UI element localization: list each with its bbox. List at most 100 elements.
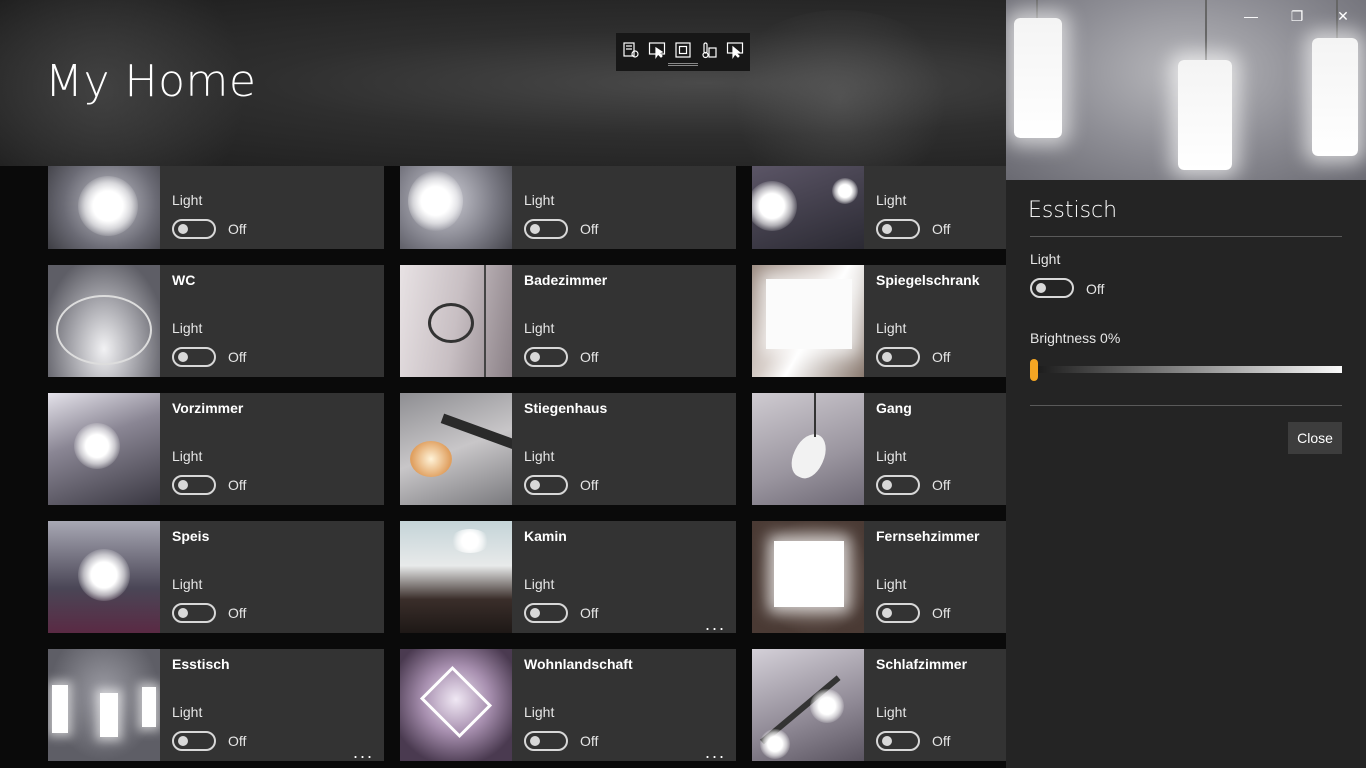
brightness-slider-thumb[interactable] <box>1030 359 1038 381</box>
light-tile[interactable]: Light Off <box>752 166 1006 249</box>
light-label: Light <box>172 704 203 720</box>
detail-light-state: Off <box>1086 281 1105 297</box>
light-tile-kamin[interactable]: Kamin Light Off ... <box>400 521 736 633</box>
light-tile-fernsehzimmer[interactable]: Fernsehzimmer Light Off <box>752 521 1006 633</box>
divider <box>1030 405 1342 406</box>
light-toggle[interactable] <box>172 603 216 623</box>
light-state: Off <box>228 605 247 621</box>
light-state: Off <box>932 733 951 749</box>
light-tile-gang[interactable]: Gang Light Off <box>752 393 1006 505</box>
light-toggle[interactable] <box>876 347 920 367</box>
app-header: My Home <box>0 0 1006 166</box>
light-state: Off <box>228 349 247 365</box>
room-name: Gang <box>876 400 912 416</box>
light-toggle[interactable] <box>172 219 216 239</box>
light-label: Light <box>876 320 907 336</box>
light-tile-stiegenhaus[interactable]: Stiegenhaus Light Off <box>400 393 736 505</box>
room-name: Speis <box>172 528 210 544</box>
divider <box>1030 236 1342 237</box>
light-label: Light <box>172 320 203 336</box>
light-tile-spiegelschrank[interactable]: Spiegelschrank Light Off <box>752 265 1006 377</box>
detail-title: Esstisch <box>1028 198 1118 223</box>
light-tile-speis[interactable]: Speis Light Off <box>48 521 384 633</box>
light-label: Light <box>524 320 555 336</box>
light-tile[interactable]: Light Off <box>400 166 736 249</box>
light-thumbnail <box>400 393 512 505</box>
light-label: Light <box>876 192 907 208</box>
light-toggle[interactable] <box>172 475 216 495</box>
room-name: Spiegelschrank <box>876 272 980 288</box>
room-name: Stiegenhaus <box>524 400 608 416</box>
light-state: Off <box>228 477 247 493</box>
light-thumbnail <box>400 649 512 761</box>
light-thumbnail <box>48 649 160 761</box>
light-state: Off <box>228 221 247 237</box>
close-button[interactable]: Close <box>1288 422 1342 454</box>
light-thumbnail <box>400 166 512 249</box>
select-pointer-icon[interactable] <box>647 40 667 60</box>
window-controls: — ❐ ✕ <box>1228 0 1366 32</box>
light-state: Off <box>228 733 247 749</box>
room-name: Wohnlandschaft <box>524 656 633 672</box>
light-state: Off <box>932 221 951 237</box>
close-icon[interactable]: ✕ <box>1320 0 1366 32</box>
light-toggle[interactable] <box>876 603 920 623</box>
light-thumbnail <box>752 521 864 633</box>
room-name: Esstisch <box>172 656 230 672</box>
display-pointer-icon[interactable] <box>725 40 745 60</box>
light-label: Light <box>172 576 203 592</box>
light-label: Light <box>524 448 555 464</box>
light-state: Off <box>580 349 599 365</box>
light-label: Light <box>876 448 907 464</box>
room-name: Fernsehzimmer <box>876 528 980 544</box>
settings-list-icon[interactable] <box>621 40 641 60</box>
light-toggle[interactable] <box>876 475 920 495</box>
light-tile[interactable]: Light Off <box>48 166 384 249</box>
light-toggle[interactable] <box>172 347 216 367</box>
light-thumbnail <box>752 265 864 377</box>
detail-light-label: Light <box>1030 251 1061 267</box>
room-name: Badezimmer <box>524 272 608 288</box>
light-state: Off <box>580 605 599 621</box>
light-thumbnail <box>400 265 512 377</box>
light-toggle[interactable] <box>524 603 568 623</box>
light-thumbnail <box>752 649 864 761</box>
light-state: Off <box>932 605 951 621</box>
light-label: Light <box>524 576 555 592</box>
light-thumbnail <box>48 166 160 249</box>
light-toggle[interactable] <box>172 731 216 751</box>
light-label: Light <box>524 192 555 208</box>
light-toggle[interactable] <box>876 219 920 239</box>
room-name: Schlafzimmer <box>876 656 968 672</box>
temperature-icon[interactable] <box>699 40 719 60</box>
brightness-slider[interactable] <box>1034 366 1342 373</box>
more-options-button[interactable]: ... <box>353 743 374 761</box>
light-tile-vorzimmer[interactable]: Vorzimmer Light Off <box>48 393 384 505</box>
light-thumbnail <box>48 265 160 377</box>
light-toggle[interactable] <box>524 219 568 239</box>
light-thumbnail <box>400 521 512 633</box>
light-tile-wohnlandschaft[interactable]: Wohnlandschaft Light Off ... <box>400 649 736 761</box>
light-toggle[interactable] <box>524 731 568 751</box>
light-toggle[interactable] <box>524 347 568 367</box>
light-tile-schlafzimmer[interactable]: Schlafzimmer Light Off <box>752 649 1006 761</box>
light-thumbnail <box>752 166 864 249</box>
minimize-icon[interactable]: — <box>1228 0 1274 32</box>
room-photo: — ❐ ✕ <box>1006 0 1366 180</box>
detail-light-toggle[interactable] <box>1030 278 1074 298</box>
more-options-button[interactable]: ... <box>705 615 726 633</box>
header-background-glow <box>720 10 960 166</box>
restore-icon[interactable]: ❐ <box>1274 0 1320 32</box>
light-tile-esstisch[interactable]: Esstisch Light Off ... <box>48 649 384 761</box>
light-tile-badezimmer[interactable]: Badezimmer Light Off <box>400 265 736 377</box>
more-options-button[interactable]: ... <box>705 743 726 761</box>
toolbar-grip[interactable] <box>668 63 698 66</box>
light-tile-wc[interactable]: WC Light Off <box>48 265 384 377</box>
light-thumbnail <box>48 393 160 505</box>
lights-grid: Light Off Light Off Light Off WC Light O… <box>0 166 1006 768</box>
frame-icon[interactable] <box>673 40 693 60</box>
light-toggle[interactable] <box>876 731 920 751</box>
light-toggle[interactable] <box>524 475 568 495</box>
light-state: Off <box>580 477 599 493</box>
floating-toolbar <box>616 33 750 71</box>
